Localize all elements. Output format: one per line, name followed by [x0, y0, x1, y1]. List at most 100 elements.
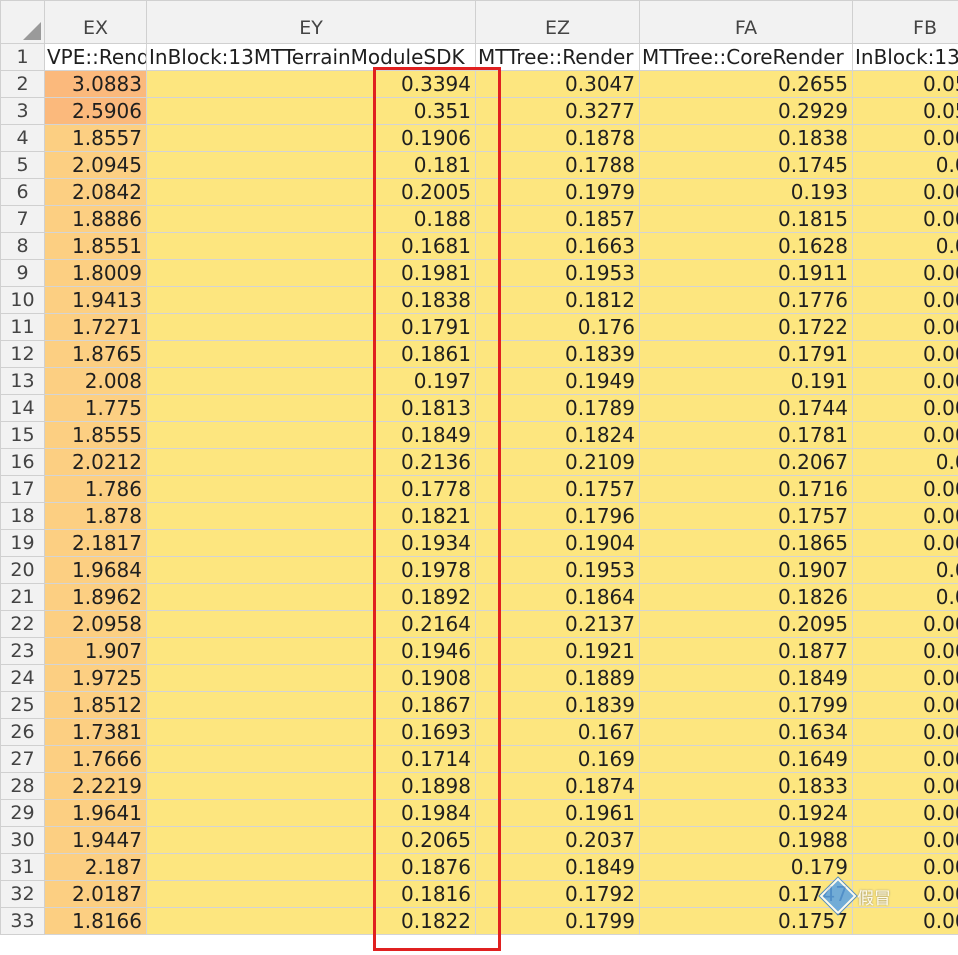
cell-fa[interactable]: 0.1865: [639, 529, 853, 557]
row-header[interactable]: 7: [0, 205, 45, 233]
cell-ex[interactable]: 1.7666: [44, 745, 147, 773]
cell-fb[interactable]: 0.0072: [852, 394, 958, 422]
cell-ex[interactable]: 1.8512: [44, 691, 147, 719]
cell-ey[interactable]: 0.1934: [146, 529, 476, 557]
cell-ey[interactable]: 0.1876: [146, 853, 476, 881]
cell-ez[interactable]: 0.3277: [475, 97, 640, 125]
cell-ey[interactable]: 0.2136: [146, 448, 476, 476]
cell-ex[interactable]: 2.187: [44, 853, 147, 881]
cell-ez[interactable]: 0.1864: [475, 583, 640, 611]
cell-ey[interactable]: 0.1693: [146, 718, 476, 746]
row-header[interactable]: 25: [0, 691, 45, 719]
column-header-fa[interactable]: FA: [639, 0, 853, 44]
cell-ex[interactable]: 2.008: [44, 367, 147, 395]
cell-fb[interactable]: 0.0069: [852, 799, 958, 827]
row-header[interactable]: 3: [0, 97, 45, 125]
cell-fa[interactable]: 0.1757: [639, 502, 853, 530]
cell-ez[interactable]: 0.1788: [475, 151, 640, 179]
select-all-corner[interactable]: [0, 0, 45, 44]
cell-fb[interactable]: 0.0051: [852, 718, 958, 746]
cell-fb[interactable]: 0.0055: [852, 475, 958, 503]
column-header-ez[interactable]: EZ: [475, 0, 640, 44]
row-header[interactable]: 29: [0, 799, 45, 827]
cell-ez[interactable]: 0.1921: [475, 637, 640, 665]
cell-fb[interactable]: 0.006: [852, 448, 958, 476]
row-header[interactable]: 20: [0, 556, 45, 584]
cell-fa[interactable]: 0.1634: [639, 718, 853, 746]
row-header[interactable]: 6: [0, 178, 45, 206]
cell-fa[interactable]: 0.193: [639, 178, 853, 206]
row-header[interactable]: 12: [0, 340, 45, 368]
cell-ez[interactable]: 0.1812: [475, 286, 640, 314]
row-header[interactable]: 13: [0, 367, 45, 395]
cell-ex[interactable]: 2.0212: [44, 448, 147, 476]
cell-ex[interactable]: 2.5906: [44, 97, 147, 125]
row-header[interactable]: 26: [0, 718, 45, 746]
row-header[interactable]: 9: [0, 259, 45, 287]
cell-ez[interactable]: 0.1799: [475, 907, 640, 935]
cell-fb[interactable]: 0.0057: [852, 286, 958, 314]
cell-fa[interactable]: 0.1744: [639, 394, 853, 422]
cell-ex[interactable]: 1.8009: [44, 259, 147, 287]
cell-ey[interactable]: 0.1821: [146, 502, 476, 530]
cell-ez[interactable]: 0.167: [475, 718, 640, 746]
cell-fb[interactable]: 0.0057: [852, 340, 958, 368]
cell-ez[interactable]: 0.1663: [475, 232, 640, 260]
cell-ex[interactable]: 1.878: [44, 502, 147, 530]
cell-ez[interactable]: 0.1792: [475, 880, 640, 908]
cell-ex[interactable]: 1.907: [44, 637, 147, 665]
cell-ez[interactable]: 0.1796: [475, 502, 640, 530]
cell-ez[interactable]: 0.1849: [475, 853, 640, 881]
cell-ey[interactable]: 0.1984: [146, 799, 476, 827]
header-cell-ez[interactable]: MTTree::Render: [475, 43, 640, 71]
row-header[interactable]: 5: [0, 151, 45, 179]
header-cell-fb[interactable]: InBlock:13MTTerrainModuleSDK: [852, 43, 958, 71]
cell-ex[interactable]: 1.9447: [44, 826, 147, 854]
row-header[interactable]: 8: [0, 232, 45, 260]
cell-ex[interactable]: 1.9413: [44, 286, 147, 314]
column-header-ey[interactable]: EY: [146, 0, 476, 44]
cell-ez[interactable]: 0.1889: [475, 664, 640, 692]
cell-ex[interactable]: 2.2219: [44, 772, 147, 800]
cell-ex[interactable]: 2.0958: [44, 610, 147, 638]
cell-ey[interactable]: 0.1978: [146, 556, 476, 584]
cell-ey[interactable]: 0.1908: [146, 664, 476, 692]
row-header[interactable]: 15: [0, 421, 45, 449]
cell-ex[interactable]: 2.1817: [44, 529, 147, 557]
cell-fa[interactable]: 0.1877: [639, 637, 853, 665]
row-header[interactable]: 21: [0, 583, 45, 611]
cell-ez[interactable]: 0.2109: [475, 448, 640, 476]
cell-ex[interactable]: 2.0945: [44, 151, 147, 179]
cell-ez[interactable]: 0.1949: [475, 367, 640, 395]
cell-ey[interactable]: 0.197: [146, 367, 476, 395]
cell-fb[interactable]: 0.0059: [852, 421, 958, 449]
cell-fb[interactable]: 0.0067: [852, 529, 958, 557]
cell-ey[interactable]: 0.1892: [146, 583, 476, 611]
cell-fa[interactable]: 0.1791: [639, 340, 853, 368]
cell-fa[interactable]: 0.1722: [639, 313, 853, 341]
cell-ex[interactable]: 1.8551: [44, 232, 147, 260]
cell-ey[interactable]: 0.1778: [146, 475, 476, 503]
cell-fa[interactable]: 0.1907: [639, 556, 853, 584]
column-header-ex[interactable]: EX: [44, 0, 147, 44]
cell-ex[interactable]: 1.7271: [44, 313, 147, 341]
cell-ez[interactable]: 0.1789: [475, 394, 640, 422]
cell-ey[interactable]: 0.181: [146, 151, 476, 179]
cell-fb[interactable]: 0.006: [852, 151, 958, 179]
cell-ex[interactable]: 1.786: [44, 475, 147, 503]
row-header[interactable]: 16: [0, 448, 45, 476]
cell-ez[interactable]: 0.169: [475, 745, 640, 773]
cell-ey[interactable]: 0.1906: [146, 124, 476, 152]
cell-fb[interactable]: 0.005: [852, 583, 958, 611]
row-header[interactable]: 10: [0, 286, 45, 314]
cell-ez[interactable]: 0.2137: [475, 610, 640, 638]
cell-ez[interactable]: 0.1953: [475, 259, 640, 287]
cell-fb[interactable]: 0.0057: [852, 205, 958, 233]
cell-ey[interactable]: 0.1861: [146, 340, 476, 368]
cell-ex[interactable]: 1.8765: [44, 340, 147, 368]
header-cell-ex[interactable]: VPE::Render: [44, 43, 147, 71]
cell-ex[interactable]: 1.8886: [44, 205, 147, 233]
cell-ey[interactable]: 0.2164: [146, 610, 476, 638]
column-header-fb[interactable]: FB: [852, 0, 958, 44]
header-cell-ey[interactable]: InBlock:13MTTerrainModuleSDK: [146, 43, 476, 71]
